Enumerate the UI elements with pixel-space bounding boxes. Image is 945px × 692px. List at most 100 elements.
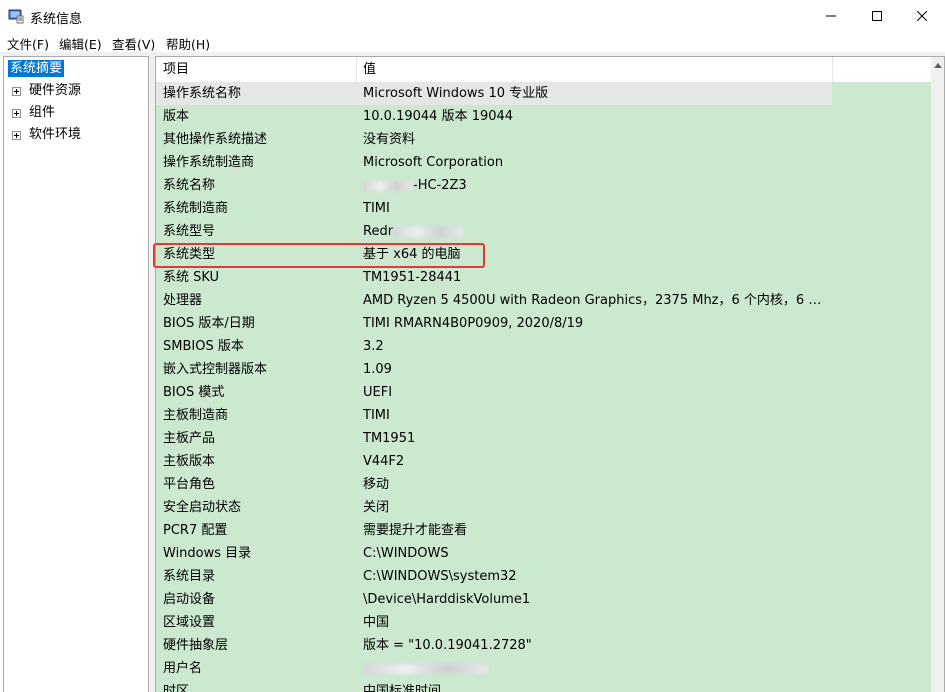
table-row[interactable]: 安全启动状态 关闭 [156, 496, 931, 519]
window-title: 系统信息 [30, 12, 83, 27]
row-item: 主板产品 [163, 431, 216, 446]
row-item: 嵌入式控制器版本 [163, 362, 268, 377]
row-item: 版本 [163, 109, 190, 124]
row-fill [832, 220, 931, 243]
column-header-item[interactable]: 项目 [156, 57, 356, 82]
table-row[interactable]: 平台角色 移动 [156, 473, 931, 496]
expand-icon[interactable] [12, 109, 21, 118]
system-summary-list[interactable]: 项目 值 操作系统名称 Microsoft Windows 10 专业版 版本 10.… [155, 56, 945, 692]
row-value: 没有资料 [363, 132, 416, 147]
row-value: C:\WINDOWS [363, 546, 449, 561]
row-value: 3.2 [363, 339, 384, 354]
table-row[interactable]: 主板制造商 TIMI [156, 404, 931, 427]
table-row[interactable]: 主板产品 TM1951 [156, 427, 931, 450]
row-fill [832, 450, 931, 473]
row-item: BIOS 版本/日期 [163, 316, 255, 331]
table-row[interactable]: 系统制造商 TIMI [156, 197, 931, 220]
row-item: 安全启动状态 [163, 500, 242, 515]
row-value: Microsoft Windows 10 专业版 [363, 86, 549, 101]
row-value: TM1951-28441 [363, 270, 462, 285]
table-row[interactable]: 系统名称 -HC-2Z3 [156, 174, 931, 197]
table-row[interactable]: 系统类型 基于 x64 的电脑 [156, 243, 931, 266]
row-fill [832, 82, 931, 105]
expand-icon[interactable] [12, 131, 21, 140]
close-button[interactable] [899, 0, 945, 32]
menu-edit[interactable]: 编辑(E) [59, 34, 102, 53]
row-item: 区域设置 [163, 615, 216, 630]
menu-help[interactable]: 帮助(H) [166, 34, 210, 53]
row-value: 移动 [363, 477, 390, 492]
table-row[interactable]: 用户名 [156, 657, 931, 680]
tree-item-label: 组件 [29, 105, 56, 120]
row-item: PCR7 配置 [163, 523, 228, 538]
list-header: 项目 值 [156, 57, 931, 83]
vertical-scrollbar[interactable] [931, 57, 944, 692]
table-row[interactable]: 系统型号 Redr [156, 220, 931, 243]
close-icon [917, 11, 927, 21]
table-row[interactable]: 主板版本 V44F2 [156, 450, 931, 473]
row-fill [832, 427, 931, 450]
row-item: 其他操作系统描述 [163, 132, 268, 147]
row-value: TIMI [363, 201, 390, 216]
table-row[interactable]: 处理器 AMD Ryzen 5 4500U with Radeon Graphic… [156, 289, 931, 312]
row-item: 系统目录 [163, 569, 216, 584]
row-item: 主板制造商 [163, 408, 229, 423]
row-fill [832, 473, 931, 496]
row-value: 1.09 [363, 362, 392, 377]
maximize-button[interactable] [854, 0, 900, 32]
tree-item-label: 硬件资源 [29, 83, 82, 98]
table-row[interactable]: 操作系统名称 Microsoft Windows 10 专业版 [156, 82, 931, 105]
menu-bar: 文件(F) 编辑(E) 查看(V) 帮助(H) [0, 32, 945, 52]
scroll-up-arrow-icon[interactable] [934, 63, 942, 69]
row-item: 时区 [163, 684, 190, 692]
table-row[interactable]: SMBIOS 版本 3.2 [156, 335, 931, 358]
category-tree[interactable]: 系统摘要 硬件资源 组件 软件环境 [3, 56, 149, 692]
table-row[interactable]: 系统 SKU TM1951-28441 [156, 266, 931, 289]
row-item: 系统制造商 [163, 201, 229, 216]
title-bar: 系统信息 [0, 0, 945, 32]
table-row[interactable]: 区域设置 中国 [156, 611, 931, 634]
row-item: 操作系统制造商 [163, 155, 255, 170]
tree-item-hardware-resources[interactable]: 硬件资源 [12, 81, 81, 101]
redacted-value [363, 180, 413, 191]
table-row[interactable]: 嵌入式控制器版本 1.09 [156, 358, 931, 381]
tree-item-system-summary[interactable]: 系统摘要 [8, 59, 65, 79]
table-row[interactable]: PCR7 配置 需要提升才能查看 [156, 519, 931, 542]
menu-view[interactable]: 查看(V) [112, 34, 155, 53]
table-row[interactable]: 系统目录 C:\WINDOWS\system32 [156, 565, 931, 588]
row-fill [832, 174, 931, 197]
row-fill [832, 542, 931, 565]
row-item: Windows 目录 [163, 546, 252, 561]
minimize-button[interactable] [808, 0, 854, 32]
tree-item-software-environment[interactable]: 软件环境 [12, 125, 81, 145]
redacted-value [363, 663, 488, 674]
table-row[interactable]: 操作系统制造商 Microsoft Corporation [156, 151, 931, 174]
table-row[interactable]: 其他操作系统描述 没有资料 [156, 128, 931, 151]
row-fill [832, 565, 931, 588]
row-fill [832, 588, 931, 611]
row-value: TM1951 [363, 431, 416, 446]
table-row[interactable]: BIOS 模式 UEFI [156, 381, 931, 404]
row-value: TIMI [363, 408, 390, 423]
row-value: -HC-2Z3 [363, 174, 828, 197]
table-row[interactable]: 时区 中国标准时间 [156, 680, 931, 692]
table-row[interactable]: 硬件抽象层 版本 = "10.0.19041.2728" [156, 634, 931, 657]
row-item: 系统型号 [163, 224, 216, 239]
row-fill [832, 105, 931, 128]
row-value: 需要提升才能查看 [363, 523, 468, 538]
column-divider[interactable] [832, 57, 833, 82]
row-value: 中国 [363, 615, 390, 630]
column-header-value[interactable]: 值 [356, 57, 832, 82]
row-item: 用户名 [163, 661, 203, 676]
table-row[interactable]: Windows 目录 C:\WINDOWS [156, 542, 931, 565]
tree-item-components[interactable]: 组件 [12, 103, 55, 123]
table-row[interactable]: BIOS 版本/日期 TIMI RMARN4B0P0909, 2020/8/19 [156, 312, 931, 335]
table-row[interactable]: 启动设备 \Device\HarddiskVolume1 [156, 588, 931, 611]
system-info-icon [8, 9, 24, 24]
table-row[interactable]: 版本 10.0.19044 版本 19044 [156, 105, 931, 128]
row-fill [832, 312, 931, 335]
row-value: AMD Ryzen 5 4500U with Radeon Graphics，2… [363, 293, 828, 308]
expand-icon[interactable] [12, 87, 21, 96]
row-item: 启动设备 [163, 592, 216, 607]
menu-file[interactable]: 文件(F) [7, 34, 49, 53]
